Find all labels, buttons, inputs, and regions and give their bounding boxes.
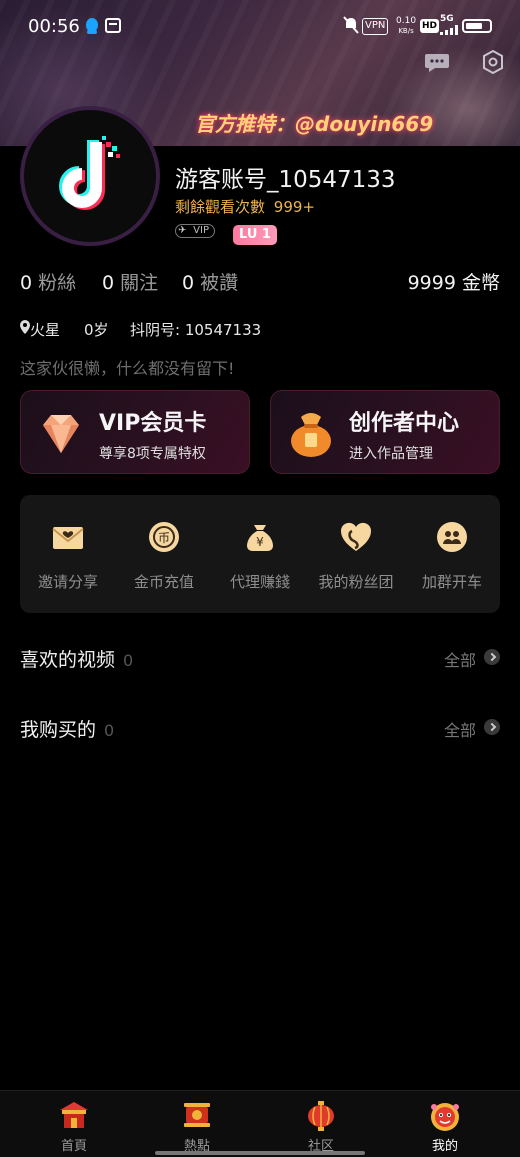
vip-badge: ✈ VIP	[175, 224, 215, 238]
location-text: 火星	[30, 321, 61, 339]
home-indicator[interactable]	[155, 1151, 365, 1155]
account-id: 抖阴号: 10547133	[130, 321, 262, 339]
invite-share-label: 邀请分享	[37, 573, 98, 591]
tab-home-label: 首頁	[60, 1139, 87, 1154]
mute-bell-icon	[343, 16, 359, 36]
signal-icon	[440, 24, 458, 44]
fans-stat[interactable]: 0 粉絲	[20, 268, 76, 295]
location: 火星	[20, 319, 60, 339]
settings-icon[interactable]	[479, 48, 507, 76]
profile-stats: 0 粉絲 0 關注 0 被讚 9999 金幣	[20, 268, 500, 294]
liked-videos-section: 喜欢的视频 0 全部	[20, 645, 500, 675]
tiktok-logo-icon	[59, 136, 120, 210]
vpn-badge: VPN	[362, 18, 389, 35]
location-pin-icon	[20, 320, 30, 334]
tab-hot[interactable]: 熱點	[152, 1099, 242, 1154]
username: 游客账号_10547133	[175, 167, 396, 193]
liked-videos-count: 0	[123, 651, 134, 670]
liked-videos-title-text: 喜欢的视频	[20, 649, 116, 671]
money-bag-icon	[291, 413, 331, 457]
feature-grid: 邀请分享 币 金币充值 ¥ 代理赚錢 我的粉丝团 加群开车	[20, 495, 500, 613]
purchased-section: 我购买的 0 全部	[20, 715, 500, 745]
following-label: 關注	[120, 272, 159, 294]
tab-home[interactable]: 首頁	[29, 1099, 119, 1154]
coin-balance[interactable]: 9999 金幣	[408, 268, 500, 295]
agent-earn-button[interactable]: ¥ 代理赚錢	[212, 519, 308, 599]
battery-icon	[462, 19, 492, 33]
likes-label: 被讚	[200, 272, 239, 294]
level-badge: LU 1	[233, 225, 277, 245]
join-group-label: 加群开车	[421, 573, 482, 591]
network-speed: 0.10 KB/s	[396, 16, 416, 36]
following-stat[interactable]: 0 關注	[102, 268, 158, 295]
likes-stat[interactable]: 0 被讚	[182, 268, 238, 295]
fan-club-button[interactable]: 我的粉丝团	[308, 519, 404, 599]
remaining-views: 剩餘觀看次數 999+	[175, 196, 315, 217]
likes-count: 0	[182, 272, 195, 294]
vip-card-button[interactable]: VIP会员卡 尊享8项专属特权	[20, 390, 250, 474]
fans-count: 0	[20, 272, 33, 294]
avatar[interactable]	[20, 106, 160, 246]
join-group-button[interactable]: 加群开车	[404, 519, 500, 599]
chevron-right-icon[interactable]	[484, 719, 500, 735]
creator-center-subtitle: 进入作品管理	[349, 446, 433, 462]
age: 0岁	[84, 321, 109, 339]
status-bar: 00:56 VPN 0.10 KB/s HD 5G	[0, 0, 520, 52]
fan-club-icon	[340, 522, 372, 551]
hot-icon	[184, 1103, 210, 1127]
bio: 这家伙很懒，什么都没有留下!	[20, 359, 235, 378]
speed-unit: KB/s	[398, 27, 414, 35]
liked-videos-all-link[interactable]: 全部	[444, 647, 476, 671]
coin-recharge-button[interactable]: 币 金币充值	[116, 519, 212, 599]
liked-videos-title: 喜欢的视频 0	[20, 645, 133, 672]
svg-text:币: 币	[158, 531, 170, 545]
agent-earn-label: 代理赚錢	[229, 573, 290, 591]
coin-recharge-label: 金币充值	[133, 573, 194, 591]
tab-mine-label: 我的	[431, 1139, 458, 1154]
wallet-icon	[105, 16, 121, 36]
tab-community[interactable]: 社区	[276, 1099, 366, 1154]
svg-text:¥: ¥	[256, 535, 264, 549]
creator-center-title: 创作者中心	[349, 411, 460, 436]
purchased-title: 我购买的 0	[20, 715, 114, 742]
diamond-icon	[43, 415, 79, 453]
creator-center-button[interactable]: 创作者中心 进入作品管理	[270, 390, 500, 474]
following-count: 0	[102, 272, 115, 294]
vip-badge-label: VIP	[193, 225, 209, 236]
vip-card-title: VIP会员卡	[99, 411, 207, 436]
message-icon[interactable]	[423, 48, 451, 76]
invite-share-button[interactable]: 邀请分享	[20, 519, 116, 599]
fans-label: 粉絲	[38, 272, 77, 294]
speed-value: 0.10	[396, 16, 417, 26]
wing-icon: ✈	[178, 225, 187, 236]
qq-icon	[84, 16, 100, 36]
views-label: 剩餘觀看次數	[175, 198, 266, 216]
fan-club-label: 我的粉丝团	[318, 573, 394, 591]
bottom-tab-bar: 首頁 熱點 社区 我的	[0, 1090, 520, 1157]
hd-badge: HD	[420, 19, 440, 33]
chevron-right-icon[interactable]	[484, 649, 500, 665]
vip-card-subtitle: 尊享8项专属特权	[99, 446, 206, 462]
tab-mine[interactable]: 我的	[400, 1099, 490, 1154]
coin-icon: 币	[149, 522, 179, 552]
purchased-title-text: 我购买的	[20, 719, 97, 741]
money-bag-icon: ¥	[247, 525, 273, 551]
views-value: 999+	[273, 198, 315, 216]
home-icon	[60, 1102, 88, 1128]
lion-icon	[431, 1103, 459, 1131]
envelope-icon	[52, 527, 84, 549]
lantern-icon	[308, 1101, 334, 1131]
group-chat-icon	[437, 522, 467, 552]
status-time: 00:56	[28, 16, 80, 37]
purchased-count: 0	[104, 721, 115, 740]
purchased-all-link[interactable]: 全部	[444, 717, 476, 741]
promo-text: 官方推特：@douyin669	[195, 112, 434, 136]
